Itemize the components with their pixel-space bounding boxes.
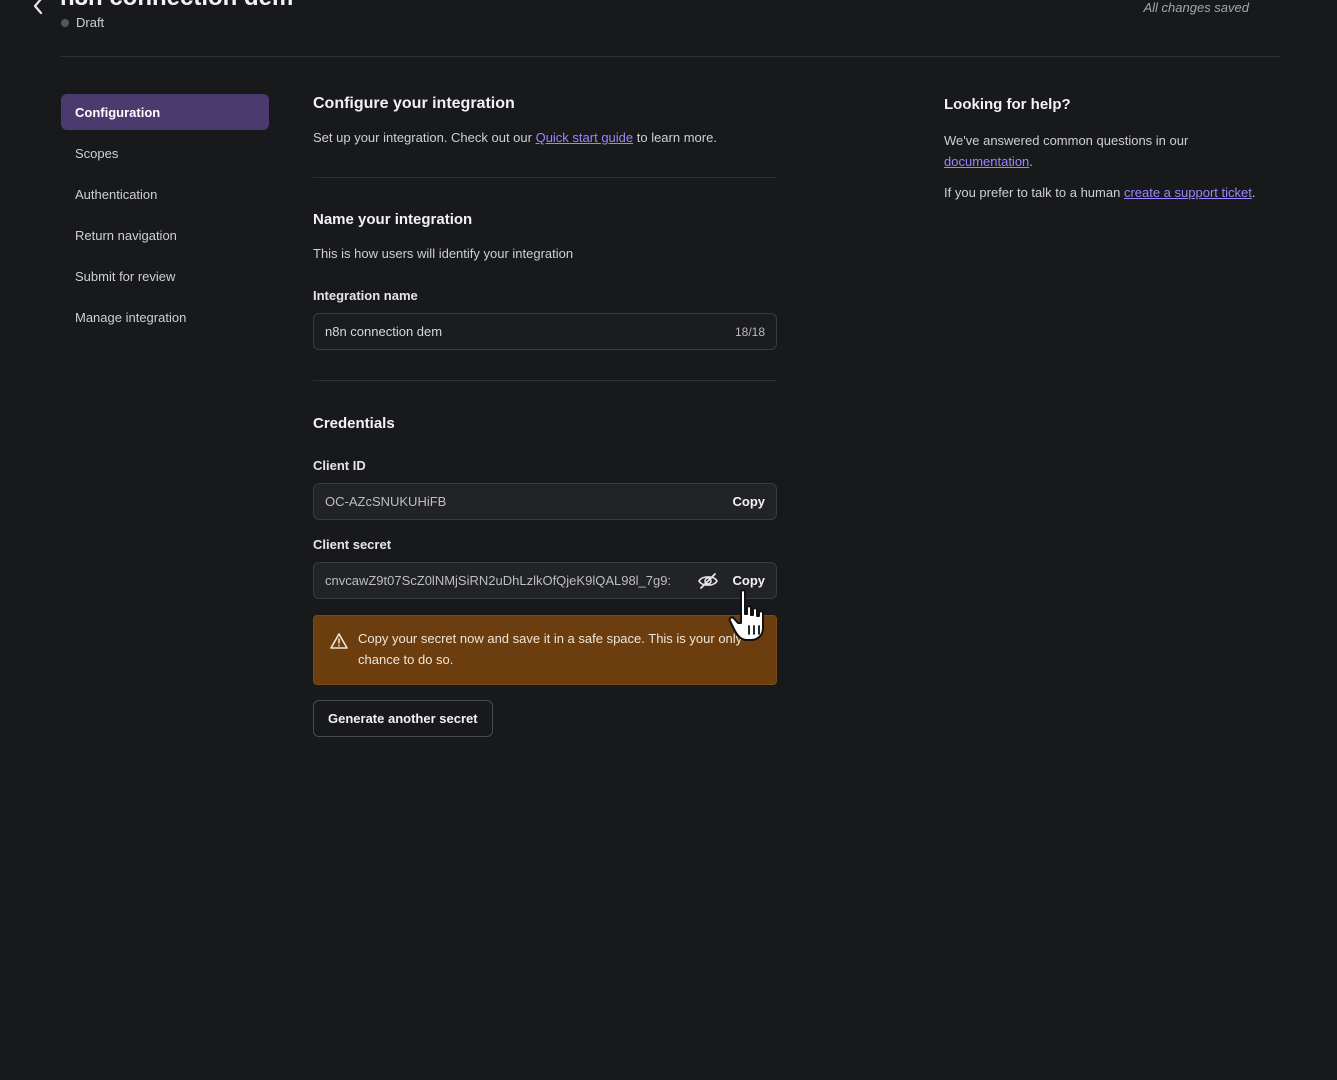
save-status: All changes saved	[1143, 0, 1249, 15]
client-id-label: Client ID	[313, 458, 366, 473]
section-divider	[313, 177, 777, 178]
character-counter: 18/18	[734, 324, 765, 339]
status-dot-icon	[61, 18, 69, 27]
help-title: Looking for help?	[944, 96, 1071, 113]
name-section-description: This is how users will identify your int…	[313, 246, 574, 261]
sidebar-item-return-navigation[interactable]: Return navigation	[61, 217, 269, 253]
page-title: n8n connection dem	[60, 0, 293, 12]
integration-name-value: n8n connection dem	[325, 324, 443, 339]
client-id-value: OC-AZcSNUKUHiFB	[325, 494, 447, 509]
help-support-text-end: .	[1251, 185, 1256, 200]
client-secret-value: cnvcawZ9t07ScZ0lNMjSiRN2uDhLzlkOfQjeK9lQ…	[325, 573, 672, 588]
section-divider	[313, 380, 777, 381]
back-chevron-icon[interactable]	[28, 0, 48, 16]
sidebar-item-manage-integration[interactable]: Manage integration	[61, 299, 269, 335]
client-secret-field[interactable]: cnvcawZ9t07ScZ0lNMjSiRN2uDhLzlkOfQjeK9lQ…	[313, 562, 777, 599]
quick-start-guide-link[interactable]: Quick start guide	[536, 130, 634, 145]
main-content: Configure your integration Set up your i…	[313, 94, 777, 737]
client-secret-label: Client secret	[313, 537, 392, 552]
client-id-field[interactable]: OC-AZcSNUKUHiFB Copy	[313, 483, 777, 520]
warning-text: Copy your secret now and save it in a sa…	[358, 631, 743, 667]
help-panel: Looking for help? We've answered common …	[944, 96, 1264, 203]
secret-warning-banner: Copy your secret now and save it in a sa…	[313, 615, 777, 685]
sidebar-item-authentication[interactable]: Authentication	[61, 176, 269, 212]
help-docs-text-end: .	[1029, 154, 1033, 169]
header-divider	[61, 56, 1280, 57]
sidebar: Configuration Scopes Authentication Retu…	[61, 94, 269, 340]
warning-triangle-icon	[330, 632, 348, 650]
status-label: Draft	[76, 15, 105, 30]
documentation-link[interactable]: documentation	[944, 154, 1029, 169]
copy-client-secret-button[interactable]: Copy	[725, 573, 766, 588]
configure-desc-text-end: to learn more.	[633, 130, 717, 145]
hide-secret-eye-icon[interactable]	[697, 570, 719, 592]
name-section-title: Name your integration	[313, 211, 473, 228]
copy-client-id-button[interactable]: Copy	[725, 494, 766, 509]
support-ticket-link[interactable]: create a support ticket	[1124, 185, 1252, 200]
credentials-title: Credentials	[313, 415, 395, 432]
generate-secret-button[interactable]: Generate another secret	[313, 700, 493, 737]
sidebar-item-submit-for-review[interactable]: Submit for review	[61, 258, 269, 294]
help-support-text-start: If you prefer to talk to a human	[944, 185, 1124, 200]
configure-title: Configure your integration	[313, 95, 515, 112]
header: n8n connection dem Draft All changes sav…	[0, 0, 1337, 57]
help-docs-text-start: We've answered common questions in our	[944, 133, 1189, 148]
integration-name-input[interactable]: n8n connection dem 18/18	[313, 313, 777, 350]
sidebar-item-scopes[interactable]: Scopes	[61, 135, 269, 171]
configure-desc-text: Set up your integration. Check out our	[313, 130, 536, 145]
integration-name-label: Integration name	[313, 288, 418, 303]
status-badge: Draft	[61, 15, 104, 30]
sidebar-item-configuration[interactable]: Configuration	[61, 94, 269, 130]
help-support-text: If you prefer to talk to a human create …	[944, 182, 1264, 203]
help-docs-text: We've answered common questions in our d…	[944, 130, 1264, 172]
configure-description: Set up your integration. Check out our Q…	[313, 130, 777, 145]
